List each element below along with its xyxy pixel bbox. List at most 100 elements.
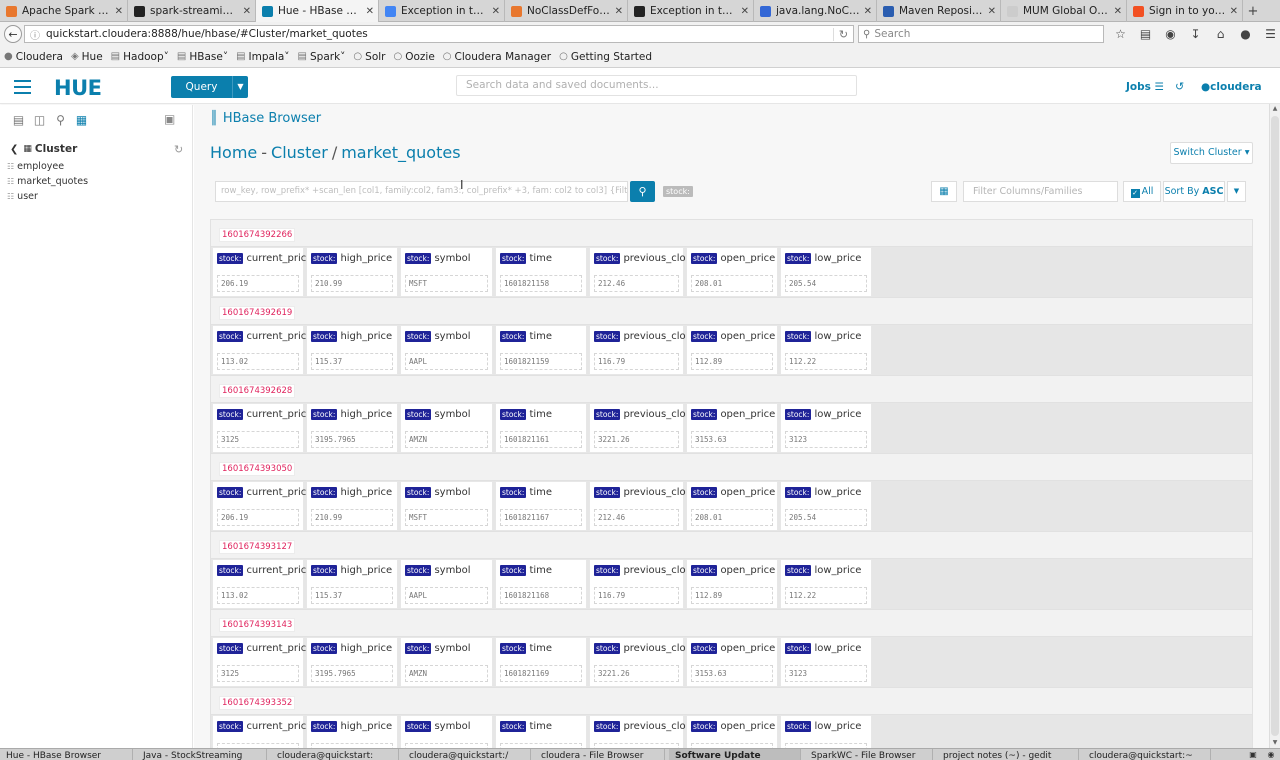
back-button[interactable]: ← bbox=[4, 25, 22, 43]
cluster-header[interactable]: ❮ ▦ Cluster bbox=[10, 143, 77, 155]
bookmark-star-icon[interactable]: ☆ bbox=[1108, 27, 1133, 41]
table-cell[interactable]: stock: previous_close 116.79 bbox=[589, 325, 697, 375]
table-cell[interactable]: stock: time 1601821167 bbox=[495, 481, 587, 531]
cell-value[interactable]: 1601821169 bbox=[500, 665, 582, 682]
table-cell[interactable]: stock: high_price 115.37 bbox=[306, 325, 398, 375]
table-cell[interactable]: stock: open_price 112.89 bbox=[686, 325, 778, 375]
search-icon[interactable]: ⚲ bbox=[50, 113, 71, 127]
cell-value[interactable]: 112.89 bbox=[691, 353, 773, 370]
close-tab-icon[interactable]: ✕ bbox=[741, 6, 749, 17]
taskbar-item[interactable]: cloudera - File Browser bbox=[535, 749, 665, 760]
row-key[interactable]: 1601674393352 bbox=[219, 696, 296, 710]
table-cell[interactable]: stock: symbol AMZN bbox=[400, 637, 493, 687]
table-cell[interactable]: stock:time1601821176 bbox=[495, 715, 587, 748]
bookmark-item[interactable]: ○ Oozie bbox=[393, 51, 434, 63]
jobs-button[interactable]: Jobs ☰ bbox=[1126, 81, 1164, 93]
cell-value[interactable]: 208.01 bbox=[691, 509, 773, 526]
info-icon[interactable]: ⓘ bbox=[28, 27, 42, 42]
table-cell[interactable]: stock:current_price206.19 bbox=[212, 715, 312, 748]
table-cell[interactable]: stock: current_price 3125 bbox=[212, 403, 312, 453]
breadcrumb-table[interactable]: market_quotes bbox=[341, 143, 460, 162]
table-cell[interactable]: stock:high_price210.99 bbox=[306, 715, 398, 748]
caret-down-icon[interactable]: ▼ bbox=[232, 76, 248, 98]
close-tab-icon[interactable]: ✕ bbox=[1114, 6, 1122, 17]
table-cell[interactable]: stock: high_price 3195.7965 bbox=[306, 403, 398, 453]
home-icon[interactable]: ⌂ bbox=[1208, 27, 1233, 41]
url-text[interactable]: quickstart.cloudera:8888/hue/hbase/#Clus… bbox=[46, 28, 833, 40]
cell-value[interactable]: 1601821158 bbox=[500, 275, 582, 292]
query-button[interactable]: Query ▼ bbox=[171, 76, 248, 98]
cell-value[interactable]: 3125 bbox=[217, 431, 299, 448]
taskbar-item[interactable]: cloudera@quickstart:~ bbox=[1083, 749, 1211, 760]
cell-value[interactable]: 3221.26 bbox=[594, 665, 679, 682]
table-cell[interactable]: stock: previous_close 3221.26 bbox=[589, 403, 697, 453]
table-cell[interactable]: stock:symbol MSFT bbox=[400, 247, 493, 297]
tab-title[interactable]: Exception in thre... bbox=[650, 5, 737, 17]
cell-value[interactable]: 210.99 bbox=[311, 509, 393, 526]
breadcrumb-cluster[interactable]: Cluster bbox=[271, 143, 328, 162]
sidebar-table-item[interactable]: ☷ user bbox=[7, 191, 38, 202]
close-tab-icon[interactable]: ✕ bbox=[864, 6, 872, 17]
table-cell[interactable]: stock: previous_close 116.79 bbox=[589, 559, 697, 609]
tab-title[interactable]: Sign in to your ac... bbox=[1149, 5, 1226, 17]
table-cell[interactable]: stock: open_price 3153.63 bbox=[686, 403, 778, 453]
table-cell[interactable]: stock: open_price 112.89 bbox=[686, 559, 778, 609]
cell-value[interactable]: 212.46 bbox=[594, 275, 679, 292]
refresh-icon[interactable]: ↻ bbox=[174, 143, 183, 156]
cell-value[interactable]: 115.37 bbox=[311, 353, 393, 370]
table-cell[interactable]: stock:high_price210.99 bbox=[306, 481, 398, 531]
query-button-label[interactable]: Query bbox=[171, 81, 232, 93]
cell-value[interactable]: 1601821161 bbox=[500, 431, 582, 448]
bookmark-item[interactable]: ○ Cloudera Manager bbox=[443, 51, 551, 63]
cell-value[interactable]: MSFT bbox=[405, 275, 488, 292]
bookmark-label[interactable]: Getting Started bbox=[571, 51, 652, 63]
sort-dropdown-icon[interactable]: ▼ bbox=[1227, 181, 1246, 202]
table-cell[interactable]: stock: time 1601821161 bbox=[495, 403, 587, 453]
cell-value[interactable]: 3153.63 bbox=[691, 431, 773, 448]
reading-list-icon[interactable]: ▤ bbox=[1133, 27, 1158, 41]
cell-value[interactable]: 3195.7965 bbox=[311, 431, 393, 448]
close-tab-icon[interactable]: ✕ bbox=[366, 6, 374, 17]
cell-value[interactable]: 1601821168 bbox=[500, 587, 582, 604]
cell-value[interactable]: 113.02 bbox=[217, 353, 299, 370]
tab-title[interactable]: Exception in thre... bbox=[401, 5, 488, 17]
history-icon[interactable]: ↺ bbox=[1175, 80, 1184, 93]
menu-icon[interactable]: ☰ bbox=[1258, 27, 1280, 41]
table-name[interactable]: employee bbox=[17, 161, 64, 172]
breadcrumb-home[interactable]: Home bbox=[210, 143, 257, 162]
table-cell[interactable]: stock: symbol AAPL bbox=[400, 559, 493, 609]
scroll-up-icon[interactable]: ▲ bbox=[1270, 104, 1280, 114]
cell-value[interactable]: 212.46 bbox=[594, 509, 679, 526]
new-tab-icon[interactable]: + bbox=[1243, 0, 1263, 22]
close-tab-icon[interactable]: ✕ bbox=[115, 6, 123, 17]
cell-value[interactable]: 3221.26 bbox=[594, 431, 679, 448]
sort-button[interactable]: Sort By ASC bbox=[1163, 181, 1225, 202]
row-key[interactable]: 1601674392619 bbox=[219, 306, 296, 320]
table-cell[interactable]: stock: high_price 115.37 bbox=[306, 559, 398, 609]
tab-title[interactable]: java.lang.NoClas... bbox=[776, 5, 860, 17]
cell-value[interactable]: MSFT bbox=[405, 509, 488, 526]
row-key[interactable]: 1601674393127 bbox=[219, 540, 296, 554]
cell-value[interactable]: 112.89 bbox=[691, 587, 773, 604]
bookmark-label[interactable]: HBase bbox=[189, 51, 222, 63]
table-cell[interactable]: stock: high_price 3195.7965 bbox=[306, 637, 398, 687]
tab-title[interactable]: NoClassDefFoun... bbox=[527, 5, 611, 17]
table-cell[interactable]: stock:low_price205.54 bbox=[780, 715, 872, 748]
bookmark-label[interactable]: Hue bbox=[82, 51, 103, 63]
hue-logo[interactable]: HUE bbox=[54, 76, 102, 100]
taskbar-item[interactable]: cloudera@quickstart: bbox=[271, 749, 399, 760]
cell-value[interactable]: 3195.7965 bbox=[311, 665, 393, 682]
browser-tab[interactable]: Exception in thre... ✕ bbox=[379, 0, 505, 22]
table-cell[interactable]: stock:open_price 208.01 bbox=[686, 247, 778, 297]
cell-value[interactable]: AAPL bbox=[405, 353, 488, 370]
cell-value[interactable]: 3123 bbox=[785, 431, 867, 448]
table-cell[interactable]: stock:open_price 208.01 bbox=[686, 481, 778, 531]
hbase-grid-icon[interactable]: ▦ bbox=[71, 113, 92, 127]
cell-value[interactable]: 112.22 bbox=[785, 587, 867, 604]
volume-icon[interactable]: ◉ bbox=[1262, 749, 1280, 760]
table-cell[interactable]: stock:low_price205.54 bbox=[780, 481, 872, 531]
bookmark-label[interactable]: Hadoop bbox=[123, 51, 164, 63]
sort-value[interactable]: ASC bbox=[1202, 186, 1223, 197]
pocket-icon[interactable]: ◉ bbox=[1158, 27, 1183, 41]
browser-search-input[interactable]: ⚲ Search bbox=[858, 25, 1104, 43]
